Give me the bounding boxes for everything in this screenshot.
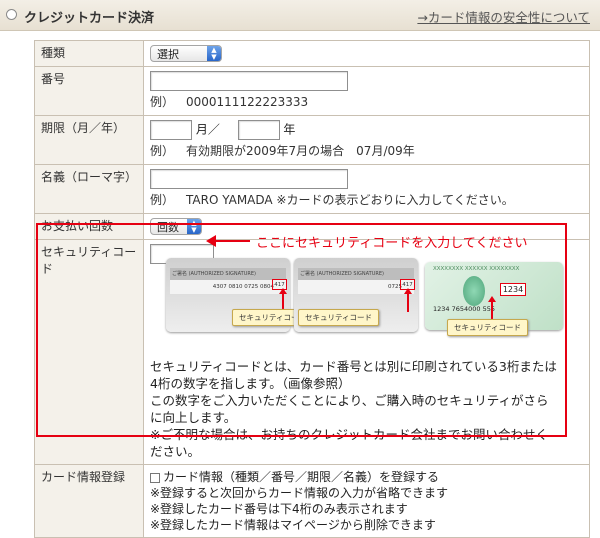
card-callout: セキュリティコード (447, 319, 529, 336)
row-holder: 名義（ローマ字） 例） TARO YAMADA ※カードの表示どおりに入力してくだ… (34, 164, 590, 214)
number-example: 例） 0000111122223333 (150, 95, 309, 109)
register-checkbox[interactable] (150, 472, 160, 483)
section-header: クレジットカード決済 →カード情報の安全性について (0, 0, 600, 31)
card-callout: セキュリティコード (298, 309, 380, 326)
register-note: ※登録したカード情報はマイページから削除できます (150, 518, 436, 532)
register-note: ※登録したカード番号は下4桁のみ表示されます (150, 502, 408, 516)
security-description: セキュリティコードとは、カード番号とは別に印刷されている3桁または 4桁の数字を… (150, 359, 557, 459)
label-register: カード情報登録 (34, 464, 144, 538)
row-number: 番号 例） 0000111122223333 (34, 66, 590, 116)
installments-select-value: 回数 (157, 221, 179, 234)
label-holder: 名義（ローマ字） (34, 164, 144, 214)
radio-icon[interactable] (6, 9, 17, 20)
expiry-example: 例） 有効期限が2009年7月の場合 07月/09年 (150, 144, 415, 158)
installments-select[interactable]: 回数 ▲ ▼ (150, 218, 202, 235)
month-unit: 月／ (195, 122, 220, 137)
card-type-select-value: 選択 (157, 48, 179, 61)
register-checkbox-label[interactable]: カード情報（種類／番号／期限／名義）を登録する (163, 470, 439, 484)
expiry-year-input[interactable] (237, 120, 280, 140)
card-type-select[interactable]: 選択 ▲ ▼ (150, 45, 222, 62)
row-expiry: 期限（月／年） 月／ 年 例） 有効期限が2009年7月の場合 07月/09年 (34, 115, 590, 165)
card-number-input[interactable] (150, 71, 348, 91)
hologram-icon (463, 276, 485, 306)
card-holder-input[interactable] (150, 169, 348, 189)
card-code-highlight: 1234 (500, 283, 526, 296)
select-arrows-icon: ▲ ▼ (207, 46, 221, 61)
label-kind: 種類 (34, 40, 144, 67)
security-hint: ここにセキュリティコードを入力してください (256, 236, 528, 251)
label-security: セキュリティコード (34, 239, 144, 465)
select-arrows-icon: ▲ ▼ (187, 219, 201, 234)
expiry-month-input[interactable] (150, 120, 192, 140)
register-option: カード情報（種類／番号／期限／名義）を登録する (150, 469, 583, 485)
label-expiry: 期限（月／年） (34, 115, 144, 165)
year-unit: 年 (283, 122, 296, 137)
label-number: 番号 (34, 66, 144, 116)
card-security-link[interactable]: →カード情報の安全性について (417, 7, 590, 26)
row-register: カード情報登録 カード情報（種類／番号／期限／名義）を登録する ※登録すると次回… (34, 464, 590, 538)
row-kind: 種類 選択 ▲ ▼ (34, 40, 590, 67)
section-title: クレジットカード決済 (24, 11, 155, 26)
holder-example: 例） TARO YAMADA ※カードの表示どおりに入力してください。 (150, 193, 514, 207)
label-installments: お支払い回数 (34, 213, 144, 240)
arrow-line (214, 240, 250, 242)
register-note: ※登録すると次回からカード情報の入力が省略できます (150, 486, 449, 500)
